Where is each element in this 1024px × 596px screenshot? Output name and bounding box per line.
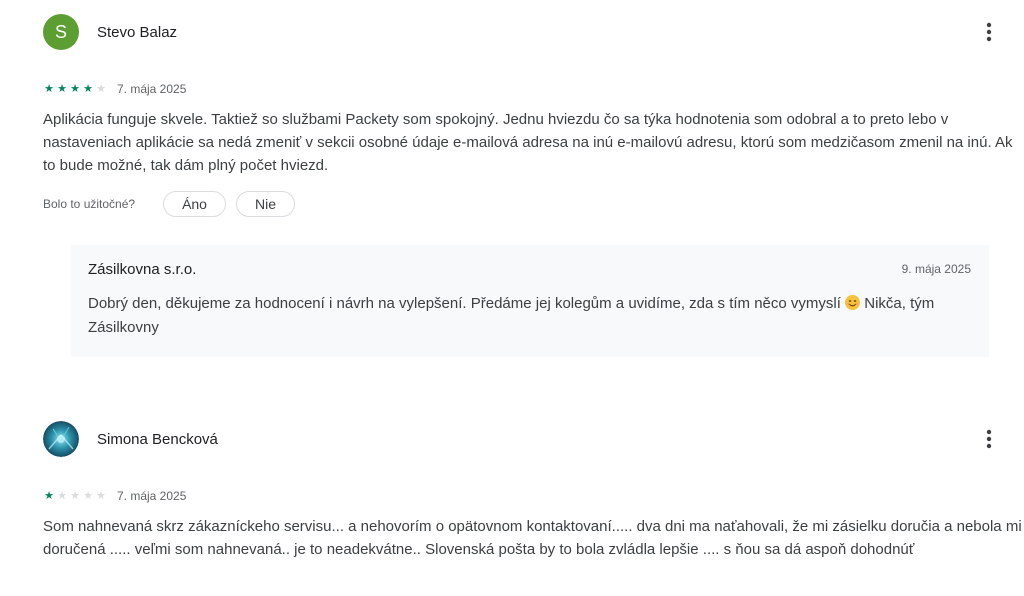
review-header: S Stevo Balaz — [43, 14, 177, 50]
developer-reply: Zásilkovna s.r.o. 9. mája 2025 Dobrý den… — [71, 245, 989, 357]
smiling-face-emoji-icon — [845, 295, 861, 310]
reply-text-part: Dobrý den, děkujeme za hodnocení i návrh… — [88, 295, 841, 312]
photo-avatar-icon — [43, 421, 79, 457]
star-icon: ★ — [70, 82, 80, 95]
more-options-button[interactable] — [976, 19, 1002, 45]
more-options-button[interactable] — [976, 426, 1002, 452]
review-date: 7. mája 2025 — [117, 82, 187, 96]
review-date: 7. mája 2025 — [117, 489, 187, 503]
helpful-question: Bolo to užitočné? — [43, 197, 136, 211]
developer-name: Zásilkovna s.r.o. — [88, 261, 197, 278]
star-icon: ★ — [83, 82, 93, 95]
star-icon: ★ — [83, 489, 93, 502]
star-icon: ★ — [44, 82, 54, 95]
star-icon: ★ — [96, 82, 106, 95]
helpful-row: Bolo to užitočné? Áno Nie — [43, 190, 305, 218]
review-header: Simona Bencková — [43, 421, 218, 457]
star-icon: ★ — [57, 489, 67, 502]
more-vert-icon — [986, 22, 992, 42]
reply-text: Dobrý den, děkujeme za hodnocení i návrh… — [88, 292, 968, 340]
avatar: S — [43, 14, 79, 50]
more-vert-icon — [986, 429, 992, 449]
star-icon: ★ — [70, 489, 80, 502]
star-rating: ★ ★ ★ ★ ★ — [43, 489, 107, 502]
star-rating: ★ ★ ★ ★ ★ — [43, 82, 107, 95]
author-name: Simona Bencková — [97, 430, 218, 448]
rating-row: ★ ★ ★ ★ ★ 7. mája 2025 — [43, 488, 186, 504]
review-text: Som nahnevaná skrz zákazníckeho servisu.… — [43, 518, 1022, 558]
author-name: Stevo Balaz — [97, 23, 178, 41]
reply-date: 9. mája 2025 — [901, 262, 971, 276]
review-card: Simona Bencková ★ ★ ★ ★ ★ 7. mája 2025 Som n… — [0, 400, 1024, 596]
avatar-letter: S — [54, 21, 67, 42]
helpful-no-button[interactable]: Nie — [235, 191, 295, 217]
star-icon: ★ — [44, 489, 54, 502]
star-icon: ★ — [57, 82, 67, 95]
star-icon: ★ — [96, 489, 106, 502]
review-text: Aplikácia funguje skvele. Taktiež so slu… — [43, 111, 1013, 174]
helpful-yes-button[interactable]: Áno — [163, 191, 226, 217]
avatar — [43, 421, 79, 457]
reviews-page: S Stevo Balaz ★ ★ ★ ★ ★ 7. mája 2025 Aplikác… — [0, 0, 1024, 596]
rating-row: ★ ★ ★ ★ ★ 7. mája 2025 — [43, 81, 186, 97]
